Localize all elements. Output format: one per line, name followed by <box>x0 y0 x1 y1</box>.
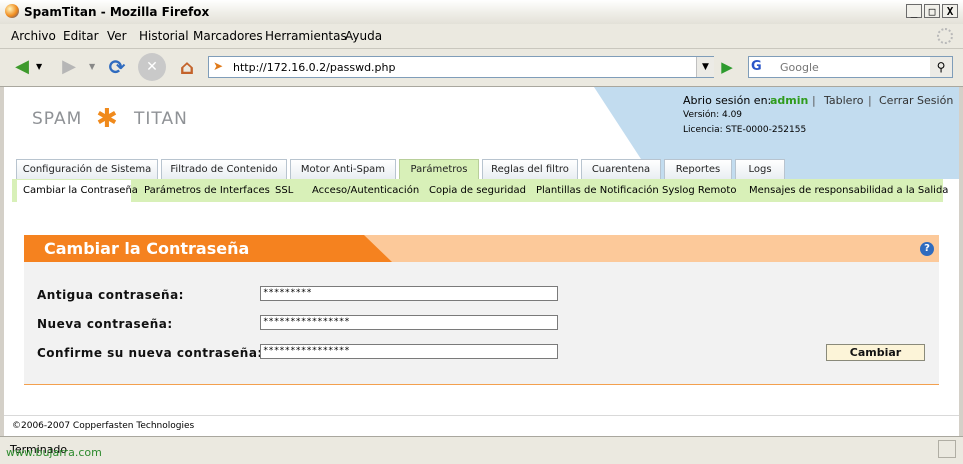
back-history-dropdown-icon[interactable]: ▼ <box>36 62 42 71</box>
menu-archivo[interactable]: Archivo <box>11 29 56 43</box>
new-password-label: Nueva contraseña: <box>37 317 173 331</box>
license-text: Licencia: STE-0000-252155 <box>683 125 807 135</box>
subtab-ssl[interactable]: SSL <box>275 185 293 196</box>
forward-history-dropdown-icon[interactable]: ▼ <box>89 62 95 71</box>
stop-icon[interactable]: ✕ <box>138 53 166 81</box>
menu-editar[interactable]: Editar <box>63 29 99 43</box>
menu-historial[interactable]: Historial <box>139 29 189 43</box>
search-input[interactable] <box>780 59 926 75</box>
logout-link[interactable]: Cerrar Sesión <box>879 94 953 107</box>
search-engine-icon[interactable]: G <box>751 59 775 75</box>
menu-herramientas[interactable]: Herramientas <box>265 29 347 43</box>
old-password-field[interactable]: ********* <box>260 286 558 301</box>
footer-divider <box>4 415 959 416</box>
tab-cuarentena[interactable]: Cuarentena <box>581 159 661 179</box>
subtab-copia-seguridad[interactable]: Copia de seguridad <box>429 185 526 196</box>
subtab-acceso-autenticacion[interactable]: Acceso/Autenticación <box>312 185 419 196</box>
help-icon[interactable]: ? <box>920 242 934 256</box>
status-resize-grip <box>938 440 956 458</box>
session-label: Abrio sesión en: <box>683 94 772 107</box>
search-magnifier-icon[interactable]: ⚲ <box>930 57 952 77</box>
old-password-label: Antigua contraseña: <box>37 288 184 302</box>
firefox-icon <box>5 4 19 18</box>
page-content: SPAM ✱ TITAN Abrio sesión en: admin | Ta… <box>4 87 959 436</box>
tab-parametros[interactable]: Parámetros <box>399 159 479 179</box>
subtab-cambiar-contrasena[interactable]: Cambiar la Contraseña <box>23 185 138 196</box>
minimize-button[interactable]: _ <box>906 4 922 18</box>
session-user: admin <box>770 94 809 107</box>
go-arrow-icon[interactable]: ▶ <box>717 57 737 77</box>
titan-swoosh-logo-icon: ✱ <box>96 104 118 134</box>
subtab-parametros-interfaces[interactable]: Parámetros de Interfaces <box>144 185 270 196</box>
separator: | <box>812 94 816 107</box>
home-icon[interactable]: ⌂ <box>173 53 201 81</box>
menu-ver[interactable]: Ver <box>107 29 127 43</box>
logo-spam-text: SPAM <box>32 109 83 129</box>
tab-motor-anti-spam[interactable]: Motor Anti-Spam <box>290 159 396 179</box>
cambiar-button[interactable]: Cambiar <box>826 344 925 361</box>
tab-reglas-filtro[interactable]: Reglas del filtro <box>482 159 578 179</box>
tab-configuracion-sistema[interactable]: Configuración de Sistema <box>16 159 158 179</box>
back-arrow-icon[interactable]: ◀ <box>8 53 36 81</box>
forward-arrow-icon[interactable]: ▶ <box>55 53 83 81</box>
logo-titan-text: TITAN <box>134 109 188 129</box>
tab-logs[interactable]: Logs <box>735 159 785 179</box>
url-text[interactable]: http://172.16.0.2/passwd.php <box>233 61 395 74</box>
window-title: SpamTitan - Mozilla Firefox <box>24 5 210 19</box>
close-button[interactable]: X <box>942 4 958 18</box>
dashboard-link[interactable]: Tablero <box>824 94 863 107</box>
menu-ayuda[interactable]: Ayuda <box>345 29 382 43</box>
maximize-button[interactable]: □ <box>924 4 940 18</box>
menu-marcadores[interactable]: Marcadores <box>193 29 263 43</box>
reload-icon[interactable]: ⟳ <box>103 53 131 81</box>
separator: | <box>868 94 872 107</box>
subtab-mensajes-responsabilidad[interactable]: Mensajes de responsabilidad a la Salida <box>749 185 948 196</box>
confirm-password-label: Confirme su nueva contraseña: <box>37 346 263 360</box>
version-text: Versión: 4.09 <box>683 110 743 120</box>
url-history-dropdown-icon[interactable]: ▼ <box>696 57 714 77</box>
watermark: www.bujarra.com <box>6 446 102 459</box>
new-password-field[interactable]: **************** <box>260 315 558 330</box>
status-bar <box>0 436 963 464</box>
panel-title: Cambiar la Contraseña <box>44 239 250 258</box>
tab-filtrado-contenido[interactable]: Filtrado de Contenido <box>161 159 287 179</box>
confirm-password-field[interactable]: **************** <box>260 344 558 359</box>
throbber-icon <box>937 28 953 44</box>
footer-copyright: ©2006-2007 Copperfasten Technologies <box>12 421 195 431</box>
subtab-syslog-remoto[interactable]: Syslog Remoto <box>662 185 736 196</box>
site-favicon-icon: ➤ <box>213 59 224 73</box>
subtab-plantillas-notificacion[interactable]: Plantillas de Notificación <box>536 185 659 196</box>
tab-reportes[interactable]: Reportes <box>664 159 732 179</box>
